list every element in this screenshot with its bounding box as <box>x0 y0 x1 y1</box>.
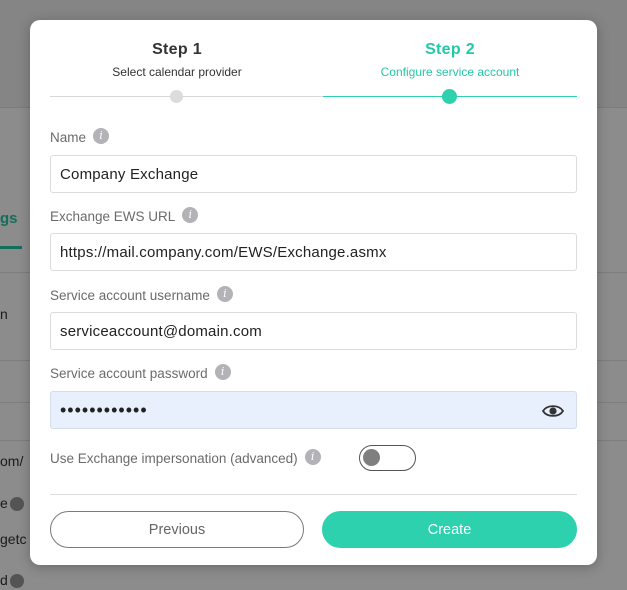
password-value: •••••••••••• <box>60 399 148 420</box>
show-password-icon[interactable] <box>542 403 564 419</box>
ews-url-label: Exchange EWS URL i <box>50 206 199 224</box>
step-1[interactable]: Step 1 Select calendar provider <box>47 41 307 79</box>
info-icon[interactable]: i <box>216 285 233 302</box>
info-icon[interactable]: i <box>304 448 321 465</box>
step-1-title: Step 1 <box>152 41 202 58</box>
step-1-subtitle: Select calendar provider <box>112 65 242 79</box>
step-1-dot <box>170 90 183 103</box>
toggle-knob <box>363 449 380 466</box>
username-input[interactable]: serviceaccount@domain.com <box>50 312 577 350</box>
step-1-track <box>50 96 323 97</box>
password-label: Service account password i <box>50 363 231 381</box>
username-label: Service account username i <box>50 285 233 303</box>
info-icon[interactable]: i <box>214 363 231 380</box>
password-input[interactable]: •••••••••••• <box>50 391 577 429</box>
impersonation-toggle[interactable] <box>359 445 416 471</box>
create-button[interactable]: Create <box>322 511 577 548</box>
info-icon[interactable]: i <box>182 206 199 223</box>
info-icon[interactable]: i <box>93 127 110 144</box>
step-2-subtitle: Configure service account <box>380 65 520 79</box>
impersonation-label: Use Exchange impersonation (advanced) i <box>50 448 321 466</box>
step-2-title: Step 2 <box>425 41 475 58</box>
name-input[interactable]: Company Exchange <box>50 155 577 193</box>
name-label: Name i <box>50 127 110 145</box>
configure-calendar-modal: Step 1 Select calendar provider Step 2 C… <box>30 20 597 565</box>
footer-divider <box>50 494 577 495</box>
step-2[interactable]: Step 2 Configure service account <box>320 41 580 79</box>
ews-url-input[interactable]: https://mail.company.com/EWS/Exchange.as… <box>50 233 577 271</box>
previous-button[interactable]: Previous <box>50 511 304 548</box>
step-2-dot <box>442 89 457 104</box>
